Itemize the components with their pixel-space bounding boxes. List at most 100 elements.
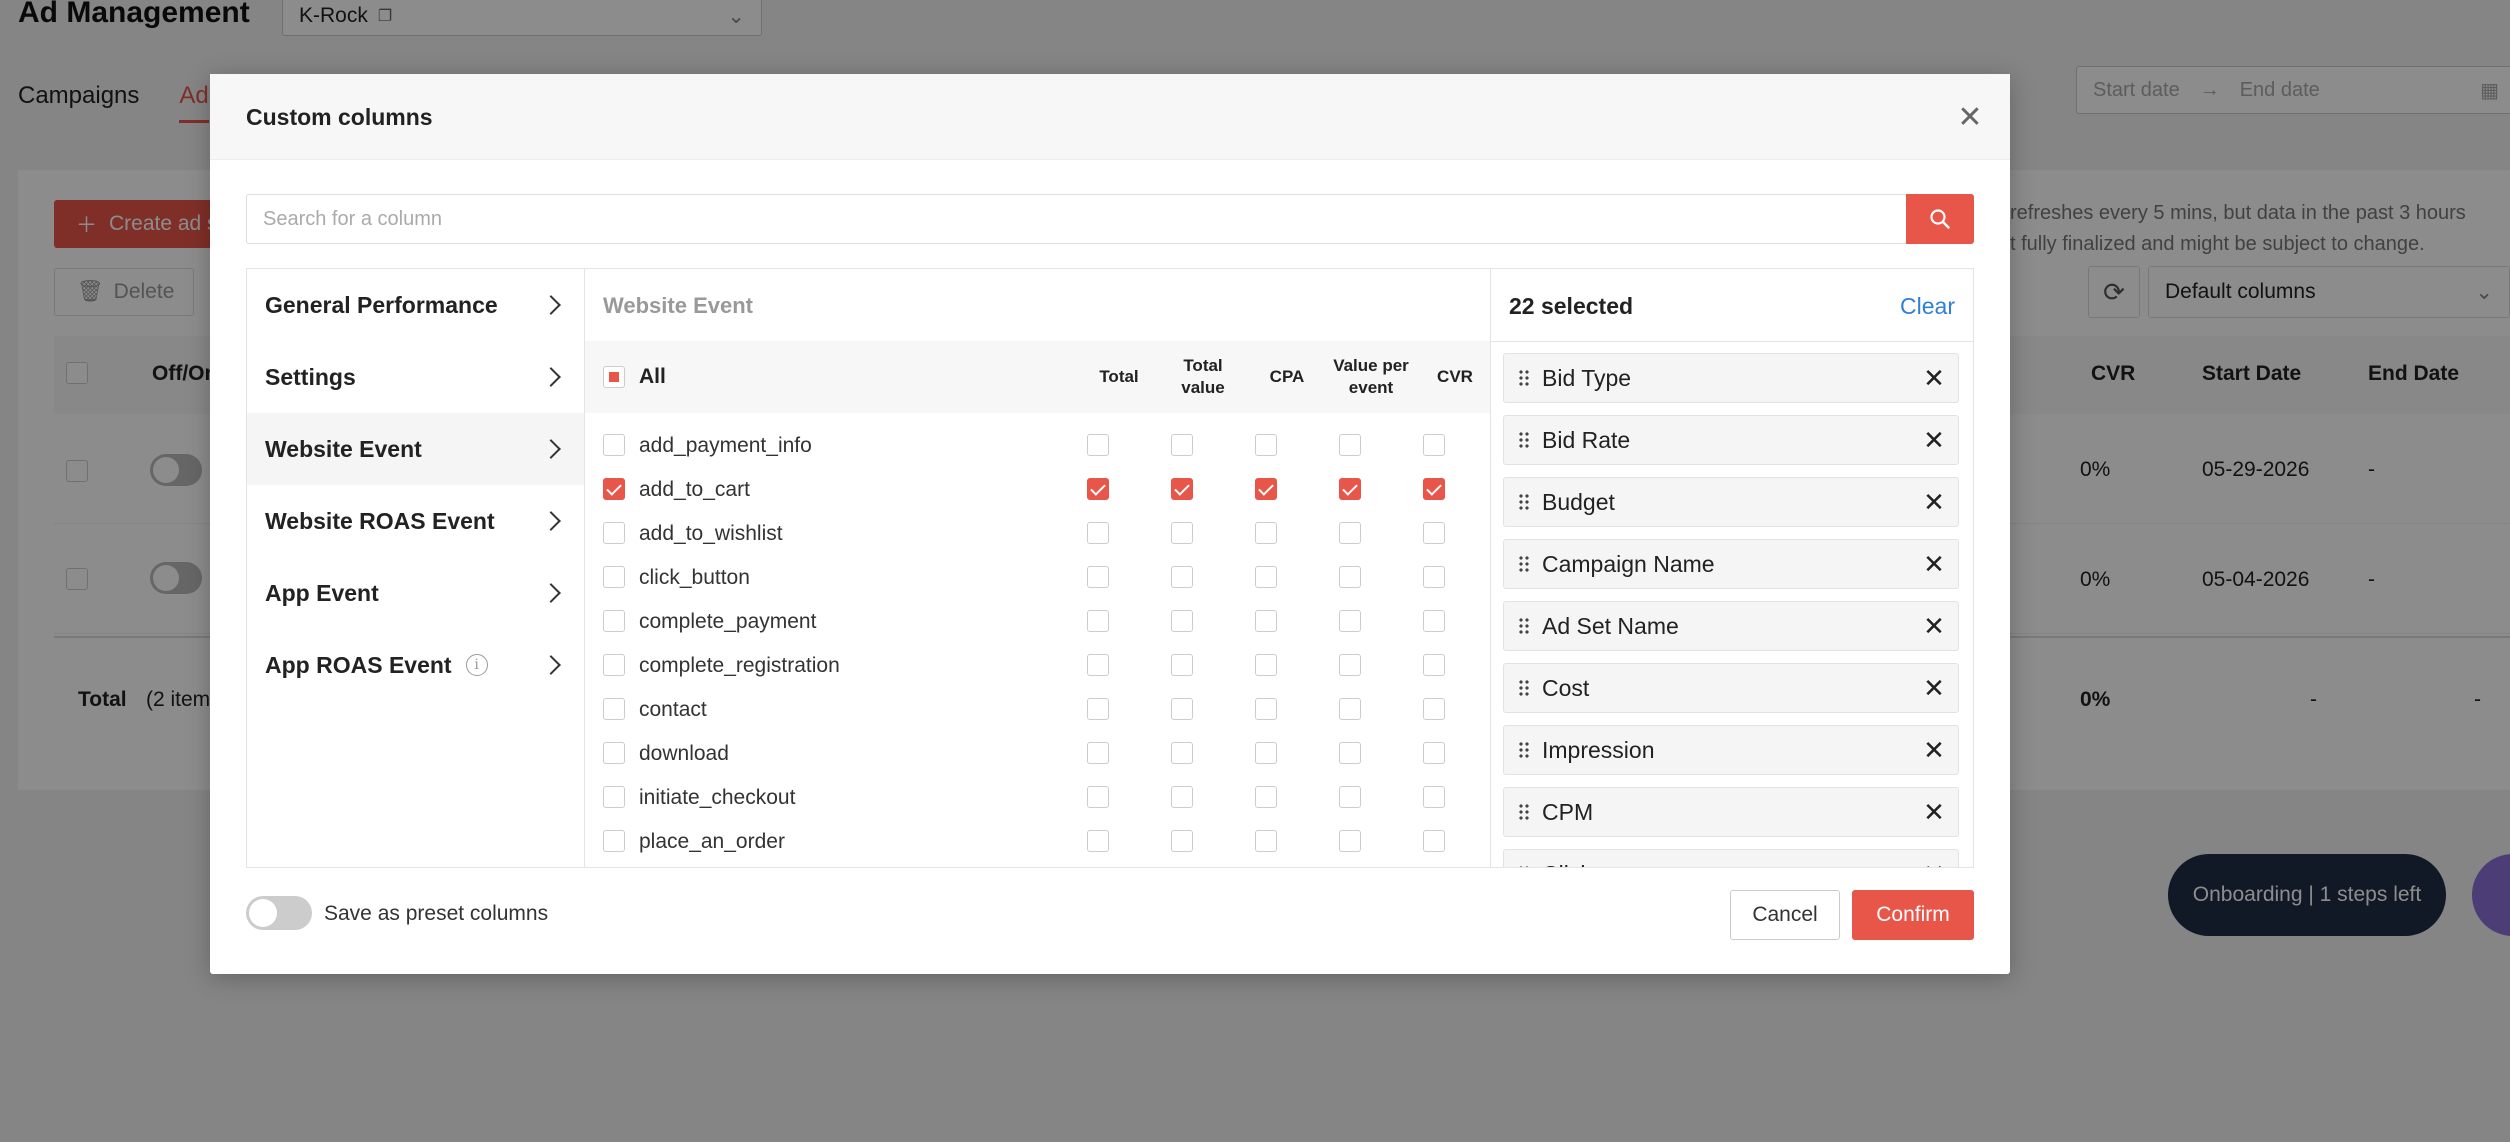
metric-checkbox-value-per-event[interactable] bbox=[1339, 566, 1361, 588]
metric-checkbox-total-value[interactable] bbox=[1171, 610, 1193, 632]
metric-checkbox-total[interactable] bbox=[1087, 566, 1109, 588]
search-button[interactable] bbox=[1906, 194, 1974, 244]
metric-checkbox-cpa[interactable] bbox=[1255, 610, 1277, 632]
metric-checkbox-value-per-event[interactable] bbox=[1339, 654, 1361, 676]
info-icon[interactable]: i bbox=[465, 654, 488, 676]
metric-checkbox-total-value[interactable] bbox=[1171, 698, 1193, 720]
event-checkbox[interactable] bbox=[603, 830, 625, 852]
metric-checkbox-total[interactable] bbox=[1087, 478, 1109, 500]
metric-checkbox-cpa[interactable] bbox=[1255, 742, 1277, 764]
drag-handle-icon[interactable] bbox=[1518, 493, 1530, 511]
drag-handle-icon[interactable] bbox=[1518, 431, 1530, 449]
confirm-button[interactable]: Confirm bbox=[1852, 890, 1974, 940]
event-checkbox[interactable] bbox=[603, 566, 625, 588]
selected-column-item[interactable]: CPM ✕ bbox=[1503, 787, 1959, 837]
metric-checkbox-total-value[interactable] bbox=[1171, 434, 1193, 456]
metric-checkbox-value-per-event[interactable] bbox=[1339, 478, 1361, 500]
remove-icon[interactable]: ✕ bbox=[1922, 675, 1946, 701]
metric-checkbox-total-value[interactable] bbox=[1171, 654, 1193, 676]
metric-checkbox-cvr[interactable] bbox=[1423, 522, 1445, 544]
remove-icon[interactable]: ✕ bbox=[1922, 737, 1946, 763]
drag-handle-icon[interactable] bbox=[1518, 741, 1530, 759]
metric-checkbox-cvr[interactable] bbox=[1423, 654, 1445, 676]
metric-checkbox-cvr[interactable] bbox=[1423, 698, 1445, 720]
drag-handle-icon[interactable] bbox=[1518, 803, 1530, 821]
preset-toggle[interactable] bbox=[246, 896, 312, 930]
search-input[interactable] bbox=[247, 195, 1903, 243]
event-checkbox[interactable] bbox=[603, 654, 625, 676]
metric-checkbox-cpa[interactable] bbox=[1255, 830, 1277, 852]
metric-checkbox-value-per-event[interactable] bbox=[1339, 434, 1361, 456]
remove-icon[interactable]: ✕ bbox=[1922, 799, 1946, 825]
metric-checkbox-total[interactable] bbox=[1087, 786, 1109, 808]
metric-checkbox-total-value[interactable] bbox=[1171, 742, 1193, 764]
drag-handle-icon[interactable] bbox=[1518, 369, 1530, 387]
metric-checkbox-cpa[interactable] bbox=[1255, 698, 1277, 720]
category-app-roas-event[interactable]: App ROAS Event i bbox=[247, 629, 584, 701]
metric-checkbox-cvr[interactable] bbox=[1423, 434, 1445, 456]
metric-checkbox-cpa[interactable] bbox=[1255, 434, 1277, 456]
event-checkbox[interactable] bbox=[603, 522, 625, 544]
metric-checkbox-cvr[interactable] bbox=[1423, 610, 1445, 632]
event-checkbox[interactable] bbox=[603, 742, 625, 764]
remove-icon[interactable]: ✕ bbox=[1922, 613, 1946, 639]
selected-column-item[interactable]: Bid Rate ✕ bbox=[1503, 415, 1959, 465]
cancel-button[interactable]: Cancel bbox=[1730, 890, 1840, 940]
metric-checkbox-value-per-event[interactable] bbox=[1339, 522, 1361, 544]
drag-handle-icon[interactable] bbox=[1518, 617, 1530, 635]
metric-checkbox-value-per-event[interactable] bbox=[1339, 786, 1361, 808]
selected-column-item[interactable]: Campaign Name ✕ bbox=[1503, 539, 1959, 589]
metric-checkbox-total[interactable] bbox=[1087, 698, 1109, 720]
event-checkbox[interactable] bbox=[603, 610, 625, 632]
event-checkbox[interactable] bbox=[603, 478, 625, 500]
event-checkbox[interactable] bbox=[603, 786, 625, 808]
metric-checkbox-cpa[interactable] bbox=[1255, 786, 1277, 808]
metric-checkbox-cpa[interactable] bbox=[1255, 654, 1277, 676]
drag-handle-icon[interactable] bbox=[1518, 865, 1530, 867]
category-website-event[interactable]: Website Event bbox=[247, 413, 584, 485]
drag-handle-icon[interactable] bbox=[1518, 555, 1530, 573]
selected-column-item[interactable]: Impression ✕ bbox=[1503, 725, 1959, 775]
selected-column-item[interactable]: Bid Type ✕ bbox=[1503, 353, 1959, 403]
selected-column-item[interactable]: Click ✕ bbox=[1503, 849, 1959, 867]
metric-checkbox-cvr[interactable] bbox=[1423, 830, 1445, 852]
remove-icon[interactable]: ✕ bbox=[1922, 427, 1946, 453]
metric-checkbox-total-value[interactable] bbox=[1171, 522, 1193, 544]
metric-checkbox-cvr[interactable] bbox=[1423, 786, 1445, 808]
selected-column-item[interactable]: Ad Set Name ✕ bbox=[1503, 601, 1959, 651]
category-settings[interactable]: Settings bbox=[247, 341, 584, 413]
category-app-event[interactable]: App Event bbox=[247, 557, 584, 629]
metric-checkbox-total-value[interactable] bbox=[1171, 786, 1193, 808]
metric-checkbox-cpa[interactable] bbox=[1255, 522, 1277, 544]
metric-checkbox-total[interactable] bbox=[1087, 610, 1109, 632]
metric-checkbox-total-value[interactable] bbox=[1171, 830, 1193, 852]
metric-checkbox-total-value[interactable] bbox=[1171, 566, 1193, 588]
event-checkbox[interactable] bbox=[603, 698, 625, 720]
metric-checkbox-cpa[interactable] bbox=[1255, 478, 1277, 500]
metric-checkbox-cvr[interactable] bbox=[1423, 478, 1445, 500]
drag-handle-icon[interactable] bbox=[1518, 679, 1530, 697]
metric-checkbox-total[interactable] bbox=[1087, 742, 1109, 764]
metric-checkbox-value-per-event[interactable] bbox=[1339, 830, 1361, 852]
remove-icon[interactable]: ✕ bbox=[1922, 489, 1946, 515]
metric-checkbox-cvr[interactable] bbox=[1423, 566, 1445, 588]
clear-button[interactable]: Clear bbox=[1900, 293, 1955, 320]
selected-column-item[interactable]: Budget ✕ bbox=[1503, 477, 1959, 527]
all-checkbox[interactable] bbox=[603, 366, 625, 388]
metric-checkbox-total[interactable] bbox=[1087, 522, 1109, 544]
metric-checkbox-total[interactable] bbox=[1087, 434, 1109, 456]
remove-icon[interactable]: ✕ bbox=[1922, 861, 1946, 867]
category-website-roas-event[interactable]: Website ROAS Event bbox=[247, 485, 584, 557]
remove-icon[interactable]: ✕ bbox=[1922, 365, 1946, 391]
metric-checkbox-total-value[interactable] bbox=[1171, 478, 1193, 500]
metric-checkbox-total[interactable] bbox=[1087, 654, 1109, 676]
category-general-performance[interactable]: General Performance bbox=[247, 269, 584, 341]
close-icon[interactable]: ✕ bbox=[1952, 100, 1988, 136]
metric-checkbox-value-per-event[interactable] bbox=[1339, 610, 1361, 632]
metric-checkbox-total[interactable] bbox=[1087, 830, 1109, 852]
metric-checkbox-cpa[interactable] bbox=[1255, 566, 1277, 588]
event-checkbox[interactable] bbox=[603, 434, 625, 456]
metric-checkbox-value-per-event[interactable] bbox=[1339, 698, 1361, 720]
metric-checkbox-value-per-event[interactable] bbox=[1339, 742, 1361, 764]
selected-column-item[interactable]: Cost ✕ bbox=[1503, 663, 1959, 713]
